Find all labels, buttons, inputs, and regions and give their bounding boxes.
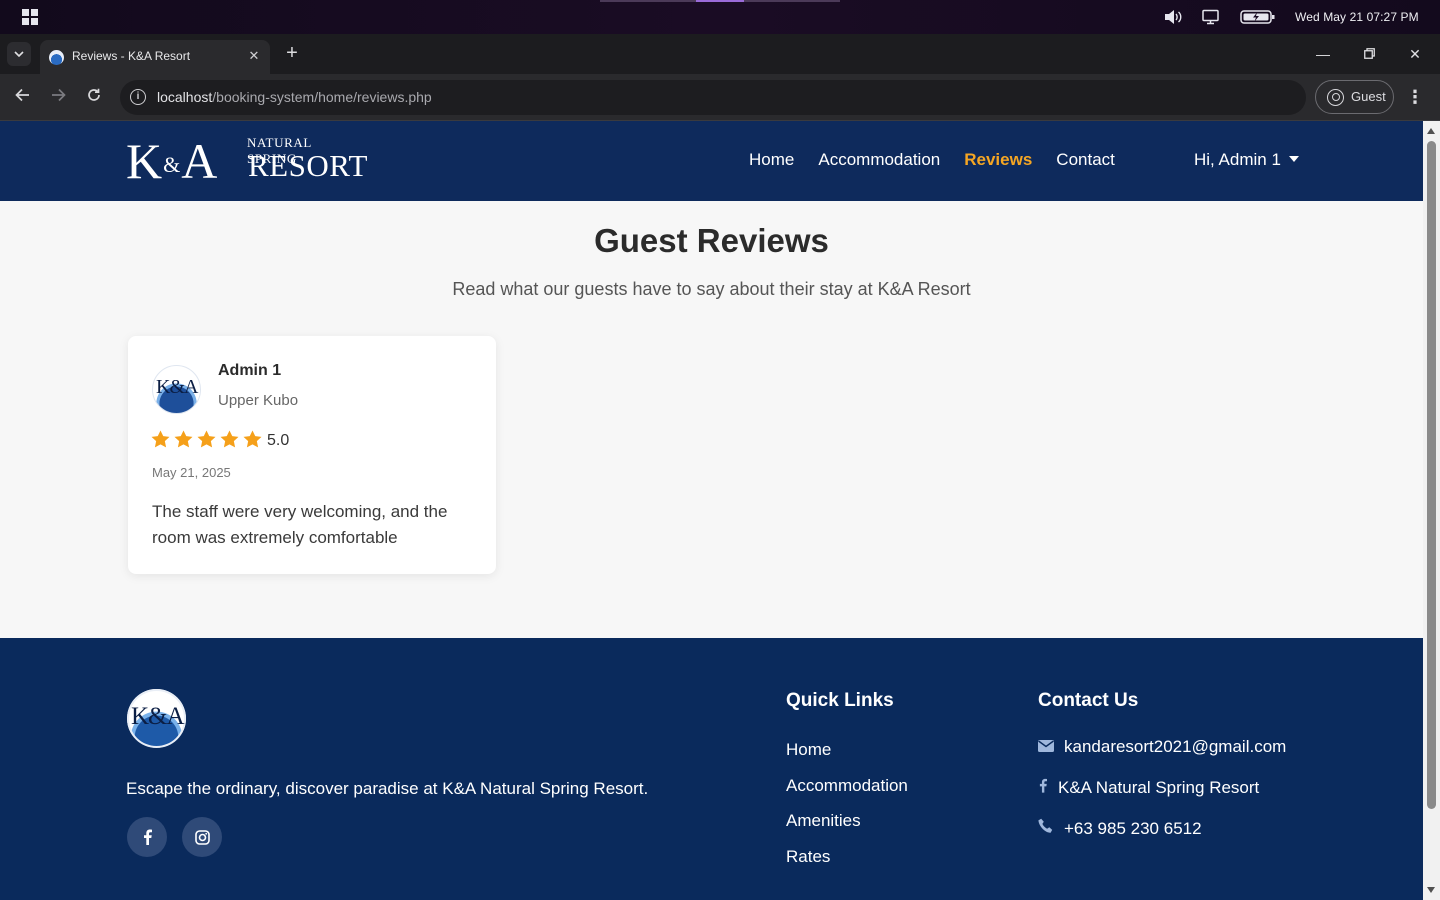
- forward-button[interactable]: [47, 86, 69, 108]
- url-text[interactable]: localhost/booking-system/home/reviews.ph…: [157, 89, 432, 105]
- scroll-down-arrow-icon[interactable]: [1427, 887, 1435, 893]
- footer-link-amenities[interactable]: Amenities: [786, 811, 861, 831]
- logo-subtitle-bottom: RESORT: [248, 148, 368, 183]
- review-card: K&A Admin 1 Upper Kubo 5.0 May 21, 2025 …: [128, 336, 496, 574]
- footer-link-home[interactable]: Home: [786, 740, 831, 760]
- site-logo[interactable]: K&A NATURAL SPRING RESORT: [126, 133, 368, 189]
- tab-title: Reviews - K&A Resort: [72, 49, 191, 63]
- instagram-icon: [194, 829, 210, 845]
- new-tab-button[interactable]: +: [283, 43, 301, 63]
- contact-facebook-text: K&A Natural Spring Resort: [1058, 778, 1260, 797]
- display-icon[interactable]: [1201, 9, 1221, 25]
- facebook-icon: [143, 829, 152, 845]
- star-icon: [197, 430, 216, 448]
- url-path: /booking-system/home/reviews.php: [212, 89, 432, 105]
- back-button[interactable]: [11, 86, 33, 108]
- nav-reviews[interactable]: Reviews: [964, 150, 1032, 170]
- facebook-small-icon: [1038, 778, 1048, 798]
- main-nav: Home Accommodation Reviews Contact: [749, 150, 1139, 170]
- page-viewport: K&A NATURAL SPRING RESORT Home Accommoda…: [0, 121, 1423, 900]
- footer-link-accommodation[interactable]: Accommodation: [786, 776, 908, 796]
- close-window-button[interactable]: ✕: [1404, 43, 1426, 65]
- profile-label: Guest: [1351, 89, 1386, 104]
- profile-button[interactable]: Guest: [1315, 80, 1394, 114]
- reviewer-location: Upper Kubo: [218, 392, 299, 409]
- phone-icon: [1038, 818, 1054, 839]
- footer-link-rates[interactable]: Rates: [786, 847, 830, 867]
- contact-phone-text: +63 985 230 6512: [1064, 819, 1202, 838]
- browser-toolbar: i localhost/booking-system/home/reviews.…: [0, 74, 1440, 121]
- os-taskbar: Wed May 21 07:27 PM: [0, 0, 1440, 34]
- user-greeting: Hi, Admin 1: [1194, 150, 1281, 169]
- browser-menu-icon[interactable]: ⋮: [1405, 86, 1425, 108]
- restore-button[interactable]: [1358, 43, 1380, 65]
- reviewer-avatar: K&A: [152, 365, 201, 414]
- system-clock[interactable]: Wed May 21 07:27 PM: [1295, 10, 1419, 24]
- windows-start-icon[interactable]: [22, 9, 38, 25]
- review-comment: The staff were very welcoming, and the r…: [152, 502, 448, 547]
- contact-phone[interactable]: +63 985 230 6512: [1038, 818, 1202, 839]
- reload-button[interactable]: [83, 86, 105, 108]
- page-subtitle: Read what our guests have to say about t…: [452, 279, 971, 299]
- nav-home[interactable]: Home: [749, 150, 794, 170]
- contact-email-text: kandaresort2021@gmail.com: [1064, 737, 1287, 756]
- reviewer-name: Admin 1: [218, 362, 282, 379]
- star-icon: [174, 430, 193, 448]
- page-scrollbar[interactable]: [1423, 121, 1440, 900]
- contact-heading: Contact Us: [1038, 690, 1139, 711]
- review-date: May 21, 2025: [152, 465, 231, 480]
- logo-letter-a: A: [181, 133, 217, 189]
- site-info-icon[interactable]: i: [130, 89, 146, 105]
- taskbar-indicator: [600, 0, 840, 2]
- battery-icon[interactable]: [1240, 9, 1276, 25]
- profile-avatar-icon: [1327, 89, 1344, 106]
- site-favicon-icon: [49, 50, 64, 65]
- avatar-logo-text: K&A: [156, 376, 198, 398]
- address-bar[interactable]: i localhost/booking-system/home/reviews.…: [120, 80, 1306, 115]
- star-icon: [243, 430, 262, 448]
- instagram-button[interactable]: [182, 817, 222, 857]
- envelope-icon: [1038, 737, 1054, 757]
- site-header: K&A NATURAL SPRING RESORT Home Accommoda…: [0, 121, 1423, 201]
- arrow-left-icon: [14, 88, 29, 102]
- logo-ampersand: &: [163, 152, 180, 177]
- caret-down-icon: [1288, 155, 1299, 162]
- url-host: localhost: [157, 89, 213, 105]
- star-rating: [151, 430, 262, 448]
- arrow-right-icon: [51, 88, 66, 102]
- quick-links-heading: Quick Links: [786, 690, 894, 711]
- restore-icon: [1363, 48, 1375, 59]
- rating-value: 5.0: [267, 432, 290, 449]
- scrollbar-thumb[interactable]: [1427, 141, 1436, 809]
- page-title: Guest Reviews: [594, 222, 829, 259]
- facebook-button[interactable]: [127, 817, 167, 857]
- star-icon: [220, 430, 239, 448]
- minimize-button[interactable]: —: [1312, 43, 1334, 65]
- nav-accommodation[interactable]: Accommodation: [818, 150, 940, 170]
- star-icon: [151, 430, 170, 448]
- volume-icon[interactable]: [1163, 9, 1183, 25]
- contact-facebook[interactable]: K&A Natural Spring Resort: [1038, 778, 1259, 798]
- user-menu-toggle[interactable]: Hi, Admin 1: [1194, 150, 1299, 170]
- tab-close-icon[interactable]: ✕: [246, 48, 262, 64]
- tab-search-button[interactable]: [7, 42, 31, 66]
- footer-tagline: Escape the ordinary, discover paradise a…: [126, 779, 649, 798]
- scroll-up-arrow-icon[interactable]: [1427, 128, 1435, 134]
- browser-tab-active[interactable]: Reviews - K&A Resort ✕: [40, 40, 270, 74]
- footer-logo-text: K&A: [131, 703, 185, 730]
- browser-tabstrip: Reviews - K&A Resort ✕ + — ✕: [0, 34, 1440, 74]
- reload-icon: [88, 88, 100, 101]
- logo-monogram: K&A: [126, 133, 217, 189]
- logo-letter-k: K: [126, 133, 162, 189]
- contact-email[interactable]: kandaresort2021@gmail.com: [1038, 737, 1286, 757]
- chevron-down-icon: [14, 51, 24, 57]
- site-footer: K&A Escape the ordinary, discover paradi…: [0, 638, 1423, 900]
- footer-logo[interactable]: K&A: [127, 689, 186, 748]
- nav-contact[interactable]: Contact: [1056, 150, 1115, 170]
